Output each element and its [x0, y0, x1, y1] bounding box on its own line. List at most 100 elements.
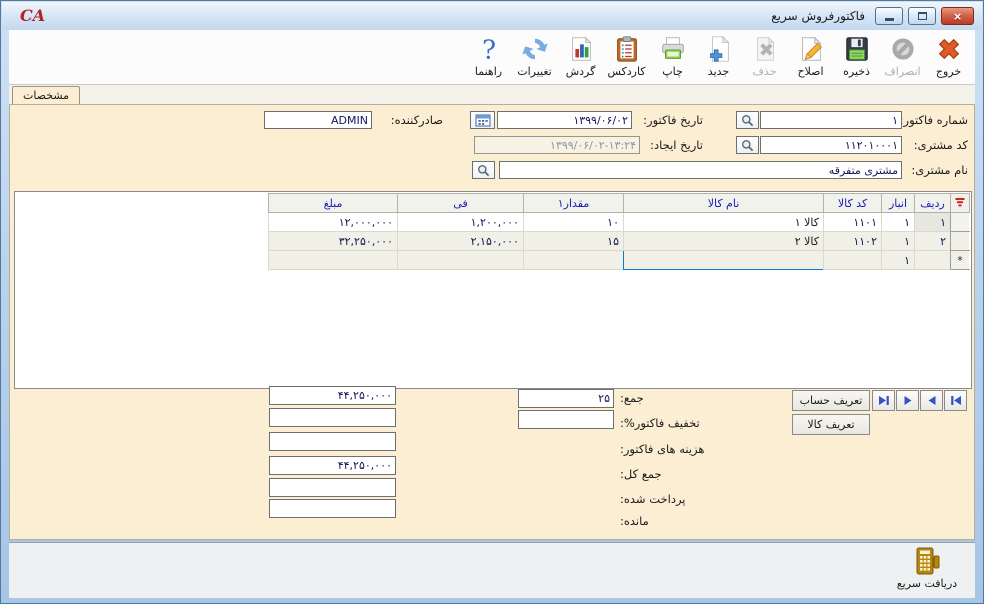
- created-date-label: تاریخ ایجاد:: [650, 138, 703, 152]
- invoice-costs-label: هزینه های فاکتور:: [620, 442, 704, 456]
- nav-next-button[interactable]: [896, 390, 919, 411]
- search-icon: [741, 139, 754, 152]
- nav-last-icon: [878, 395, 890, 406]
- delete-button: حذف: [742, 33, 787, 78]
- discount-label: تخفیف فاکتور%:: [620, 416, 700, 430]
- print-icon: [657, 33, 689, 65]
- row-selector[interactable]: [951, 232, 970, 251]
- column-header-item-code[interactable]: کد کالا: [824, 194, 882, 213]
- help-button[interactable]: ? راهنما: [466, 33, 511, 78]
- issuer-input[interactable]: [264, 111, 372, 129]
- table-row: ۲ ۱ ۱۱۰۲ کالا ۲ ۱۵ ۲,۱۵۰,۰۰۰ ۳۲,۲۵۰,۰۰۰: [269, 232, 970, 251]
- cancel-button: انصراف: [880, 33, 925, 78]
- maximize-icon: [918, 12, 927, 20]
- nav-next-icon: [902, 395, 914, 406]
- grand-total-label: جمع کل:: [620, 467, 662, 481]
- filter-icon: [954, 196, 966, 208]
- search-icon: [477, 164, 490, 177]
- sum-amount-input[interactable]: [269, 386, 396, 405]
- define-account-button[interactable]: تعریف حساب: [792, 390, 870, 411]
- customer-name-input[interactable]: [499, 161, 902, 179]
- row-selector[interactable]: [951, 213, 970, 232]
- changes-button[interactable]: تغییرات: [512, 33, 557, 78]
- cancel-icon: [887, 33, 919, 65]
- table-row-new: * ۱: [269, 251, 970, 270]
- app-logo: CA: [20, 6, 45, 25]
- balance-label: مانده:: [620, 514, 649, 528]
- grid-corner-header: [951, 194, 970, 213]
- kardex-button[interactable]: کاردکس: [604, 33, 649, 78]
- minimize-icon: [885, 18, 894, 21]
- edit-icon: [795, 33, 827, 65]
- column-header-item-name[interactable]: نام کالا: [624, 194, 824, 213]
- invoice-date-calendar-button[interactable]: [470, 111, 495, 129]
- search-icon: [741, 114, 754, 127]
- nav-last-button[interactable]: [872, 390, 895, 411]
- selected-cell[interactable]: [624, 251, 824, 270]
- save-button[interactable]: ذخیره: [834, 33, 879, 78]
- nav-prev-button[interactable]: [920, 390, 943, 411]
- invoice-panel: شماره فاکتور: تاریخ فاکتور: صادرکننده: ک…: [9, 104, 975, 540]
- quick-receive-label: دریافت سریع: [897, 577, 957, 590]
- nav-prev-icon: [926, 395, 938, 406]
- changes-icon: [519, 33, 551, 65]
- edit-button[interactable]: اصلاح: [788, 33, 833, 78]
- footer-bar: دریافت سریع: [9, 542, 975, 598]
- nav-first-icon: [950, 395, 962, 406]
- invoice-number-label: شماره فاکتور:: [900, 113, 968, 127]
- close-button[interactable]: ×: [941, 7, 974, 25]
- invoice-number-input[interactable]: [760, 111, 902, 129]
- customer-name-search-button[interactable]: [472, 161, 495, 179]
- invoice-date-input[interactable]: [497, 111, 632, 129]
- column-header-amount[interactable]: مبلغ: [269, 194, 398, 213]
- invoice-date-label: تاریخ فاکتور:: [643, 113, 703, 127]
- tab-specifications[interactable]: مشخصات: [12, 86, 80, 104]
- customer-code-label: کد مشتری:: [914, 138, 968, 152]
- column-header-row[interactable]: ردیف: [915, 194, 951, 213]
- maximize-button[interactable]: [908, 7, 936, 25]
- discount-amount-input[interactable]: [269, 408, 396, 427]
- paid-input[interactable]: [269, 478, 396, 497]
- help-icon: ?: [473, 33, 505, 65]
- app-window: CA فاکتورفروش سریع × خروج انصراف ذخیره: [0, 0, 984, 604]
- column-header-warehouse[interactable]: انبار: [882, 194, 915, 213]
- define-item-button[interactable]: تعریف کالا: [792, 414, 870, 435]
- column-header-unit-price[interactable]: فی: [398, 194, 524, 213]
- delete-icon: [749, 33, 781, 65]
- kardex-icon: [611, 33, 643, 65]
- table-row: ۱ ۱ ۱۱۰۱ کالا ۱ ۱۰ ۱,۲۰۰,۰۰۰ ۱۲,۰۰۰,۰۰۰: [269, 213, 970, 232]
- title-bar: CA فاکتورفروش سریع ×: [2, 2, 982, 30]
- minimize-button[interactable]: [875, 7, 903, 25]
- print-button[interactable]: چاپ: [650, 33, 695, 78]
- exit-button[interactable]: خروج: [926, 33, 971, 78]
- nav-first-button[interactable]: [944, 390, 967, 411]
- tab-strip: مشخصات: [9, 85, 975, 104]
- invoice-number-search-button[interactable]: [736, 111, 759, 129]
- customer-code-input[interactable]: [760, 136, 902, 154]
- svg-text:?: ?: [481, 35, 495, 64]
- customer-name-label: نام مشتری:: [911, 163, 968, 177]
- column-header-quantity[interactable]: مقدار۱: [524, 194, 624, 213]
- new-icon: [703, 33, 735, 65]
- discount-percent-input[interactable]: [518, 410, 614, 429]
- exit-icon: [933, 33, 965, 65]
- toolbar: خروج انصراف ذخیره اصلاح حذف جدید: [9, 30, 975, 85]
- items-grid: ردیف انبار کد کالا نام کالا مقدار۱ فی مب…: [14, 191, 972, 389]
- save-icon: [841, 33, 873, 65]
- grand-total-input[interactable]: [269, 456, 396, 475]
- new-button[interactable]: جدید: [696, 33, 741, 78]
- quick-receive-button[interactable]: دریافت سریع: [889, 546, 965, 590]
- balance-input[interactable]: [269, 499, 396, 518]
- close-icon: ×: [954, 10, 962, 23]
- sum-quantity-input[interactable]: [518, 389, 614, 408]
- customer-code-search-button[interactable]: [736, 136, 759, 154]
- created-date-value: [474, 136, 640, 154]
- new-row-selector[interactable]: *: [951, 251, 970, 270]
- invoice-costs-input[interactable]: [269, 432, 396, 451]
- window-title: فاکتورفروش سریع: [771, 9, 865, 23]
- calculator-icon: [910, 546, 944, 576]
- turnover-button[interactable]: گردش: [558, 33, 603, 78]
- issuer-label: صادرکننده:: [391, 113, 443, 127]
- calendar-icon: [475, 113, 491, 127]
- paid-label: پرداخت شده:: [620, 492, 686, 506]
